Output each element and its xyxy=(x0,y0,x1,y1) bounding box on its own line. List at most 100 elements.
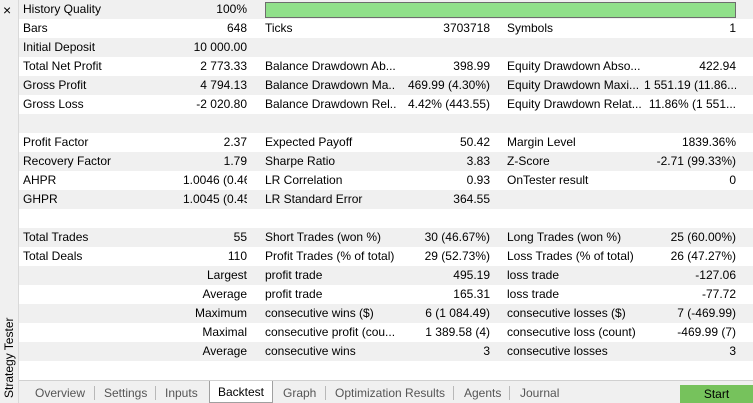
history-quality-row: History Quality 100% xyxy=(19,0,753,19)
stat-label: Sharpe Ratio xyxy=(265,154,336,168)
stat-qualifier: Average xyxy=(202,344,247,358)
stat-value: 4 794.13 xyxy=(200,78,247,92)
stat-row: Bars 648 Ticks 3703718 Symbols 1 xyxy=(19,19,753,38)
stat-row xyxy=(19,114,753,133)
stat-label xyxy=(507,114,642,133)
stat-value: 165.31 xyxy=(453,287,490,301)
tab-optimization-results[interactable]: Optimization Results xyxy=(335,384,445,402)
tab-separator xyxy=(325,386,326,400)
stat-value: 55 xyxy=(233,230,247,244)
start-button[interactable]: Start xyxy=(680,385,753,403)
stat-value: 364.55 xyxy=(453,192,490,206)
stat-label: loss trade xyxy=(507,268,560,282)
stat-label: OnTester result xyxy=(507,173,589,187)
stat-value: -2 020.80 xyxy=(196,97,247,111)
stat-value: 26 (47.27%) xyxy=(670,249,736,263)
stat-value: 495.19 xyxy=(453,268,490,282)
stat-label: Loss Trades (% of total) xyxy=(507,249,634,263)
stat-row: Average profit trade 165.31 loss trade -… xyxy=(19,285,753,304)
side-panel: × Strategy Tester xyxy=(0,0,19,403)
stat-value: 398.99 xyxy=(453,59,490,73)
stat-row: Maximal consecutive profit (cou... 1 389… xyxy=(19,323,753,342)
stat-row: Profit Factor 2.37 Expected Payoff 50.42… xyxy=(19,133,753,152)
stat-label: Z-Score xyxy=(507,154,550,168)
stat-row: Maximum consecutive wins ($) 6 (1 084.49… xyxy=(19,304,753,323)
stat-value: 3 xyxy=(483,344,490,358)
stat-value xyxy=(183,209,247,228)
stat-value: 2 773.33 xyxy=(200,59,247,73)
stat-value: 29 (52.73%) xyxy=(424,249,490,263)
stat-value: -469.99 (7) xyxy=(677,325,736,339)
stat-value: 0.93 xyxy=(466,173,490,187)
stat-label xyxy=(23,209,183,228)
stat-value: 25 (60.00%) xyxy=(670,230,736,244)
stat-value xyxy=(644,209,736,228)
stat-row: Total Net Profit 2 773.33 Balance Drawdo… xyxy=(19,57,753,76)
stat-value: 1.0045 (0.45%) xyxy=(183,192,247,206)
stat-value: 3703718 xyxy=(443,21,490,35)
stat-row xyxy=(19,361,753,380)
stat-label: Balance Drawdown Ma... xyxy=(265,78,396,92)
stat-label: Short Trades (won %) xyxy=(265,230,382,244)
stat-label: Recovery Factor xyxy=(23,154,112,168)
stat-label: loss trade xyxy=(507,287,560,301)
tab-overview[interactable]: Overview xyxy=(35,384,85,402)
tab-inputs[interactable]: Inputs xyxy=(165,384,198,402)
stat-label: Bars xyxy=(23,21,48,35)
stat-label: LR Correlation xyxy=(265,173,343,187)
stat-value xyxy=(644,190,736,209)
tab-graph[interactable]: Graph xyxy=(283,384,316,402)
stat-value xyxy=(399,114,490,133)
stat-value xyxy=(399,209,490,228)
stat-label xyxy=(265,209,396,228)
stat-value: 1 551.19 (11.86... xyxy=(644,78,736,92)
stat-value: 1839.36% xyxy=(681,135,736,149)
tester-tab-bar: Overview Settings Inputs Backtest Graph … xyxy=(19,380,753,403)
stat-label: Long Trades (won %) xyxy=(507,230,622,244)
stat-value: 10 000.00 xyxy=(193,40,247,54)
stat-label: Ticks xyxy=(265,21,293,35)
stat-label: Balance Drawdown Ab... xyxy=(265,59,396,73)
stat-label: Total Net Profit xyxy=(23,59,102,73)
stat-label: AHPR xyxy=(23,173,57,187)
stat-label: consecutive losses xyxy=(507,344,608,358)
stat-value: 11.86% (1 551... xyxy=(648,97,736,111)
stat-value: 7 (-469.99) xyxy=(677,306,736,320)
stat-label: profit trade xyxy=(265,287,323,301)
stat-label: consecutive losses ($) xyxy=(507,306,626,320)
tab-agents[interactable]: Agents xyxy=(464,384,501,402)
stat-qualifier: Maximal xyxy=(202,325,247,339)
stat-value: 469.99 (4.30%) xyxy=(407,78,490,92)
stat-value xyxy=(183,361,247,380)
stat-qualifier: Largest xyxy=(206,268,247,282)
stat-value: 0 xyxy=(729,173,736,187)
stat-row: GHPR 1.0045 (0.45%) LR Standard Error 36… xyxy=(19,190,753,209)
stat-value: 422.94 xyxy=(699,59,736,73)
close-icon[interactable]: × xyxy=(3,2,11,18)
stat-label: Initial Deposit xyxy=(23,40,96,54)
tab-separator xyxy=(453,386,454,400)
stat-label: Balance Drawdown Rel... xyxy=(265,97,396,111)
stat-label: GHPR xyxy=(23,192,58,206)
panel-title: Strategy Tester xyxy=(2,317,16,398)
stat-label xyxy=(265,38,396,57)
stat-label: LR Standard Error xyxy=(265,192,363,206)
tab-backtest[interactable]: Backtest xyxy=(209,381,273,403)
stat-label: consecutive wins ($) xyxy=(265,306,374,320)
stat-label: Margin Level xyxy=(507,135,576,149)
stat-value xyxy=(399,361,490,380)
stat-value: 1 389.58 (4) xyxy=(425,325,490,339)
history-quality-label: History Quality xyxy=(23,2,102,16)
tab-separator xyxy=(94,386,95,400)
stat-row: Total Deals 110 Profit Trades (% of tota… xyxy=(19,247,753,266)
tab-journal[interactable]: Journal xyxy=(520,384,559,402)
stat-row: Initial Deposit 10 000.00 xyxy=(19,38,753,57)
stat-label: Gross Loss xyxy=(23,97,84,111)
history-quality-bar xyxy=(265,2,736,18)
stat-label xyxy=(265,361,396,380)
stat-label: consecutive loss (count) xyxy=(507,325,636,339)
stat-label: Symbols xyxy=(507,21,554,35)
stat-label xyxy=(23,361,183,380)
tab-settings[interactable]: Settings xyxy=(104,384,147,402)
backtest-results-grid: History Quality 100% Bars 648 Ticks 3703… xyxy=(19,0,753,380)
